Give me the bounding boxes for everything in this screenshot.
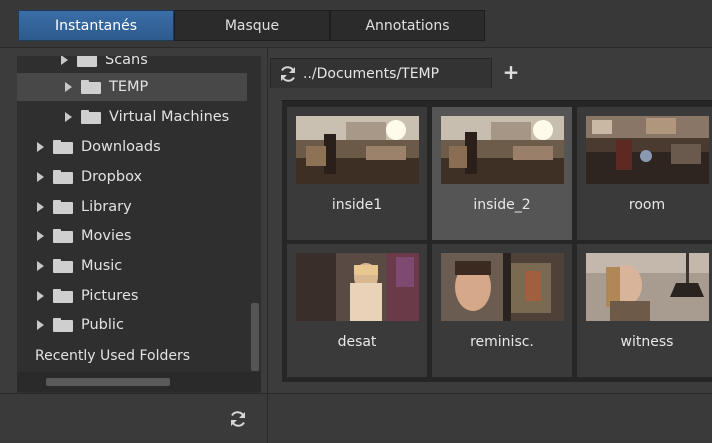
- tab-instantanes[interactable]: Instantanés: [18, 10, 174, 41]
- chevron-right-icon: [65, 82, 72, 92]
- folder-tree: Scans TEMP Virtual Machines Downloads Dr…: [17, 56, 261, 396]
- tree-item-public[interactable]: Public: [37, 311, 261, 339]
- thumbnail-label: witness: [620, 334, 674, 350]
- thumbnail-label: inside1: [331, 197, 383, 213]
- tree-item-label: Public: [81, 317, 124, 333]
- plus-icon[interactable]: +: [500, 60, 522, 84]
- refresh-icon[interactable]: [227, 408, 249, 430]
- folder-icon: [53, 140, 73, 154]
- folder-icon: [81, 110, 101, 124]
- chevron-right-icon: [37, 261, 44, 271]
- thumbnail-witness[interactable]: witness: [577, 244, 712, 377]
- chevron-right-icon: [37, 291, 44, 301]
- folder-icon: [53, 170, 73, 184]
- tree-item-temp[interactable]: TEMP: [17, 73, 247, 101]
- tree-item-label: Music: [81, 258, 123, 274]
- tab-annotations[interactable]: Annotations: [330, 10, 485, 41]
- tree-item-movies[interactable]: Movies: [37, 222, 261, 250]
- chevron-right-icon: [37, 172, 44, 182]
- thumbnail-reminisc[interactable]: reminisc.: [432, 244, 572, 377]
- thumbnail-desat[interactable]: desat: [287, 244, 427, 377]
- tree-item-scans[interactable]: Scans: [61, 56, 261, 74]
- thumbnail-image: [586, 116, 709, 184]
- tab-masque[interactable]: Masque: [174, 10, 330, 41]
- thumbnail-inside-2[interactable]: inside_2: [432, 107, 572, 240]
- folder-icon: [53, 318, 73, 332]
- thumbnail-image: [296, 253, 419, 321]
- thumbnail-grid: inside1 inside_2 room desat reminisc. wi…: [282, 100, 712, 382]
- thumbnail-image: [586, 253, 709, 321]
- tree-item-label: Downloads: [81, 139, 161, 155]
- thumbnail-label: inside_2: [473, 197, 531, 213]
- thumbnail-label: room: [628, 197, 666, 213]
- thumbnail-image: [441, 253, 564, 321]
- chevron-right-icon: [37, 142, 44, 152]
- folder-icon: [53, 289, 73, 303]
- recently-used-folders[interactable]: Recently Used Folders: [35, 348, 190, 364]
- thumbnail-label: desat: [337, 334, 377, 350]
- tree-item-label: Movies: [81, 228, 132, 244]
- browser-path-label: ../Documents/TEMP: [303, 65, 440, 82]
- folder-icon: [53, 259, 73, 273]
- bottom-divider: [267, 394, 268, 443]
- top-tab-bar: Instantanés Masque Annotations: [0, 0, 712, 48]
- tree-item-library[interactable]: Library: [37, 193, 261, 221]
- thumbnail-inside1[interactable]: inside1: [287, 107, 427, 240]
- tree-item-virtual-machines[interactable]: Virtual Machines: [65, 103, 261, 131]
- tree-item-label: TEMP: [109, 79, 149, 95]
- folder-icon: [53, 200, 73, 214]
- chevron-right-icon: [37, 231, 44, 241]
- tree-item-label: Virtual Machines: [109, 109, 230, 125]
- folder-icon: [81, 80, 101, 94]
- tree-item-dropbox[interactable]: Dropbox: [37, 163, 261, 191]
- tree-item-label: Scans: [105, 56, 148, 68]
- thumbnail-label: reminisc.: [470, 334, 534, 350]
- bottom-toolbar: [0, 393, 712, 443]
- chevron-right-icon: [37, 202, 44, 212]
- chevron-right-icon: [61, 56, 68, 65]
- refresh-icon[interactable]: [277, 63, 299, 85]
- folder-icon: [77, 56, 97, 67]
- vertical-scrollbar[interactable]: [251, 303, 259, 371]
- tree-item-label: Library: [81, 199, 132, 215]
- chevron-right-icon: [65, 112, 72, 122]
- tree-item-label: Pictures: [81, 288, 139, 304]
- panel-divider[interactable]: [267, 48, 268, 443]
- thumbnail-image: [296, 116, 419, 184]
- chevron-right-icon: [37, 320, 44, 330]
- thumbnail-room[interactable]: room: [577, 107, 712, 240]
- thumbnail-image: [441, 116, 564, 184]
- tree-item-downloads[interactable]: Downloads: [37, 133, 261, 161]
- folder-icon: [53, 229, 73, 243]
- tree-item-music[interactable]: Music: [37, 252, 261, 280]
- horizontal-scrollbar[interactable]: [46, 378, 170, 386]
- tree-item-pictures[interactable]: Pictures: [37, 282, 261, 310]
- browser-path-tab[interactable]: ../Documents/TEMP: [270, 58, 492, 88]
- tree-item-label: Dropbox: [81, 169, 143, 185]
